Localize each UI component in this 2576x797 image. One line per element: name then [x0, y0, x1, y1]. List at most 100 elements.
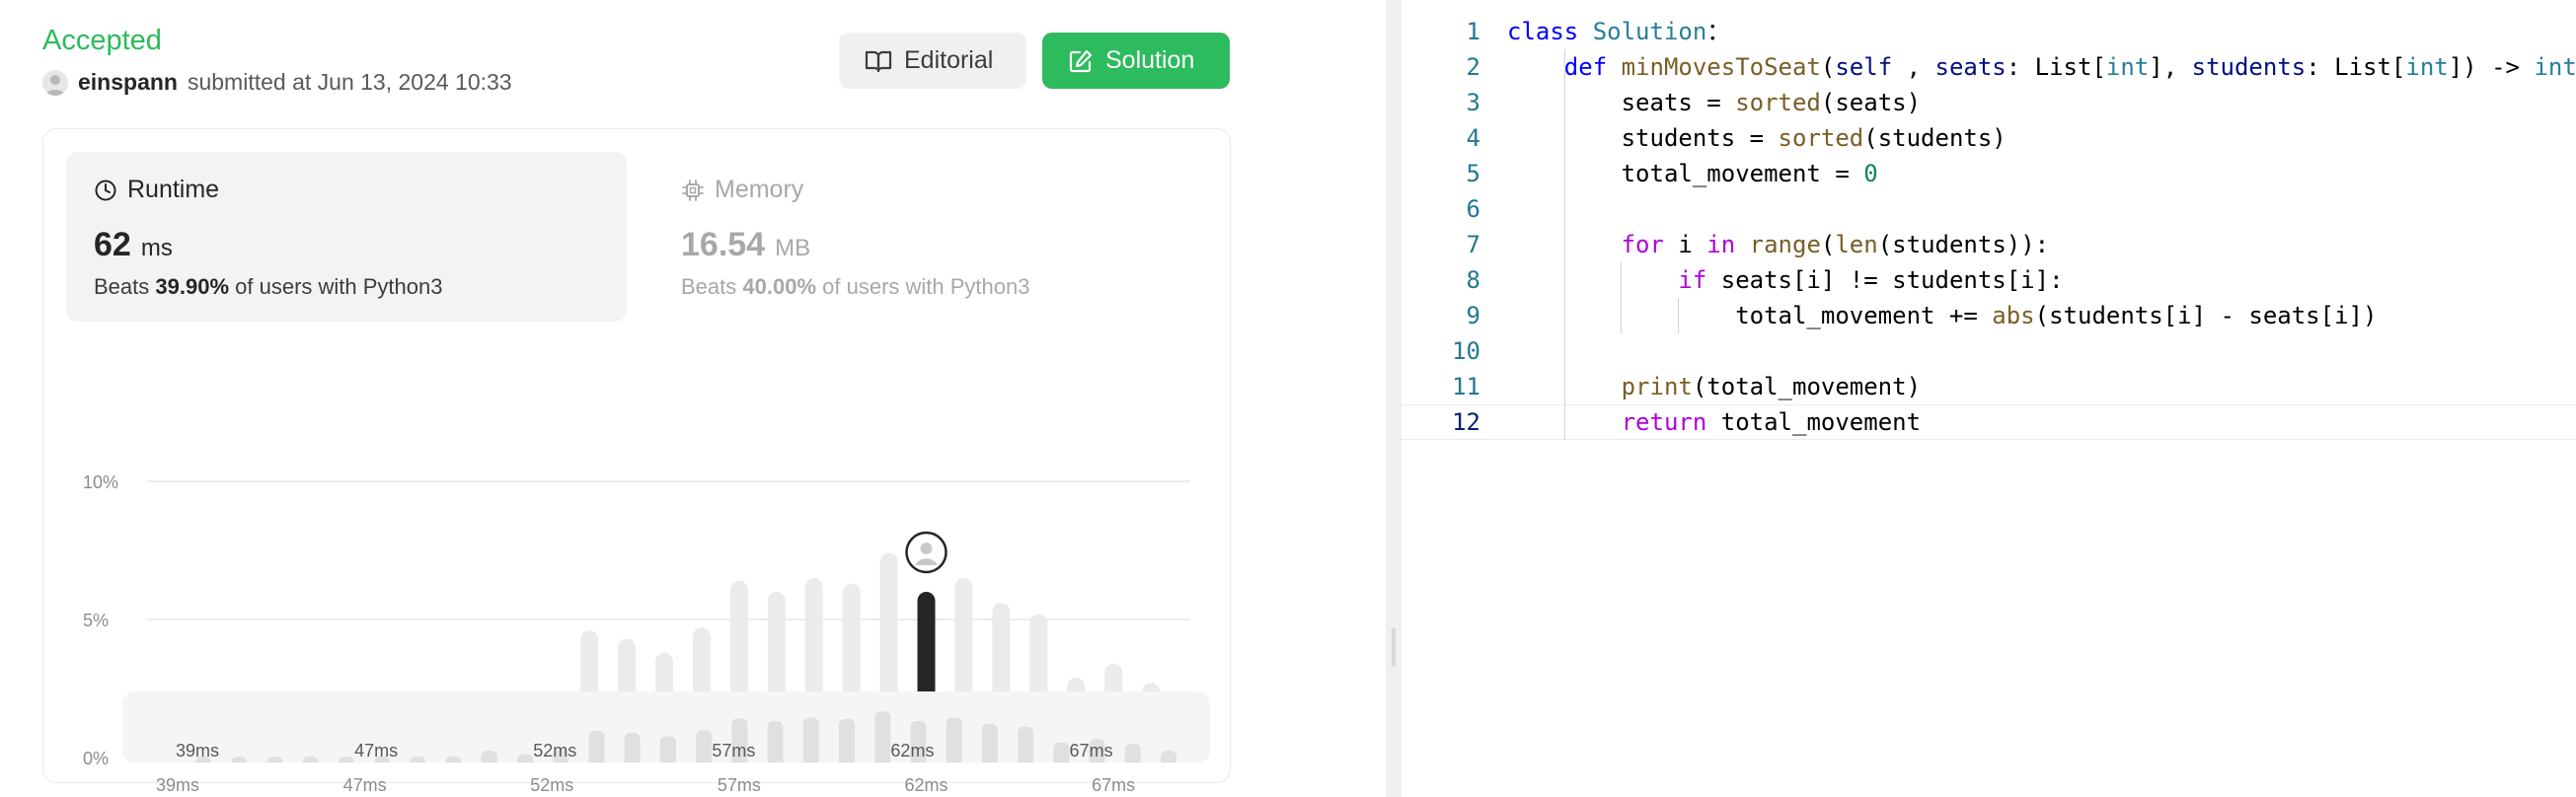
x-tick-label: 39ms — [156, 775, 199, 795]
mini-bar — [266, 757, 283, 762]
code-token: (seats) — [1820, 89, 1922, 116]
code-token: abs — [1992, 302, 2035, 329]
code-token: ： — [1706, 18, 1731, 45]
code-token: total_movement — [1720, 408, 1922, 436]
chip-icon — [682, 179, 704, 201]
mini-distribution-chart: 39ms 47ms 52ms 57ms 62ms 67ms — [176, 711, 1176, 762]
code-text: seats = sorted(seats) — [1507, 85, 1921, 120]
code-line[interactable]: 4 students = sorted(students) — [1402, 120, 2576, 156]
submission-panel: Accepted einspann submitted at Jun 13, 2… — [0, 0, 1386, 797]
memory-title: Memory — [715, 176, 804, 203]
runtime-beats-percent: 39.90% — [155, 274, 230, 299]
code-line[interactable]: 3 seats = sorted(seats) — [1402, 85, 2576, 120]
runtime-stat[interactable]: Runtime 62 ms Beats 39.90% of users with… — [66, 152, 627, 322]
panel-resizer[interactable] — [1386, 0, 1402, 797]
code-line[interactable]: 10 — [1402, 333, 2576, 369]
indent-guide — [1621, 262, 1622, 333]
mini-bar — [874, 711, 891, 762]
code-token: 0 — [1863, 160, 1878, 187]
code-token: (students[i] - seats[i]) — [2034, 302, 2378, 329]
runtime-beats-prefix: Beats — [94, 274, 150, 299]
clock-icon — [95, 180, 116, 200]
avatar[interactable] — [42, 69, 68, 96]
user-marker-head — [920, 543, 933, 554]
x-tick-label: 57ms — [718, 775, 761, 795]
code-editor[interactable]: 1 class Solution： 2 def minMovesToSeat(sel… — [1402, 0, 2576, 797]
line-number: 1 — [1466, 18, 1480, 45]
code-token: for — [1621, 231, 1679, 258]
line-number: 7 — [1466, 231, 1480, 258]
mini-x-label: 62ms — [890, 741, 934, 761]
mini-x-label: 47ms — [354, 741, 398, 761]
mini-bar — [445, 756, 462, 762]
memory-beats-percent: 40.00% — [742, 274, 817, 299]
code-token: : List[ — [2006, 53, 2106, 81]
code-line[interactable]: 5 total_movement = 0 — [1402, 156, 2576, 191]
editorial-button[interactable]: Editorial — [839, 33, 1026, 89]
memory-unit: MB — [775, 235, 811, 261]
code-token: ( — [1820, 231, 1836, 258]
book-open-icon — [865, 50, 892, 72]
mini-bar — [946, 717, 962, 762]
code-token: ( — [1820, 53, 1836, 81]
code-token: len — [1835, 231, 1878, 258]
indent-guide — [1678, 298, 1679, 333]
code-text: print(total_movement) — [1507, 369, 1921, 404]
mini-bar — [1053, 742, 1070, 762]
resize-handle[interactable] — [1392, 627, 1396, 667]
memory-beats-prefix: Beats — [681, 274, 737, 299]
solution-label: Solution — [1105, 46, 1195, 74]
code-token: (total_movement) — [1692, 373, 1922, 400]
code-token: int — [2405, 53, 2449, 81]
code-token: Solution — [1592, 18, 1707, 45]
submitter-username[interactable]: einspann — [78, 69, 178, 96]
mini-x-label: 57ms — [712, 741, 755, 761]
code-text: total_movement = 0 — [1507, 156, 1878, 191]
code-text: class Solution： — [1507, 14, 1730, 49]
line-number: 9 — [1466, 302, 1480, 329]
mini-bar — [839, 718, 855, 762]
code-token: students — [2191, 53, 2307, 81]
mini-bar — [517, 754, 533, 762]
runtime-beats-suffix: of users with Python3 — [235, 274, 443, 299]
mini-bar — [231, 757, 248, 762]
mini-bar — [588, 730, 605, 762]
code-token: self — [1835, 53, 1893, 81]
code-line[interactable]: 1 class Solution： — [1402, 14, 2576, 49]
code-line[interactable]: 11 print(total_movement) — [1402, 369, 2576, 404]
code-token: ]) -> — [2448, 53, 2535, 81]
line-number: 6 — [1466, 195, 1480, 223]
code-token: total_movement += — [1507, 302, 1993, 329]
code-token: seats = — [1507, 89, 1736, 116]
mini-bar — [624, 732, 641, 762]
mini-bar — [302, 757, 319, 762]
solution-button[interactable]: Solution — [1042, 33, 1230, 89]
code-line[interactable]: 7 for i in range(len(students)): — [1402, 227, 2576, 262]
line-number: 11 — [1452, 373, 1480, 400]
code-token: (students)): — [1877, 231, 2050, 258]
code-line[interactable]: 9 total_movement += abs(students[i] - se… — [1402, 298, 2576, 333]
mini-bar — [338, 757, 354, 762]
code-line[interactable]: 12 return total_movement — [1402, 404, 2576, 440]
x-tick-label: 67ms — [1092, 775, 1135, 795]
runtime-value: 62 — [94, 226, 131, 263]
code-token: int — [2534, 53, 2576, 81]
code-token: seats — [1934, 53, 2007, 81]
user-icon — [45, 74, 65, 96]
memory-stat[interactable]: Memory 16.54 MB Beats 40.00% of users wi… — [653, 152, 1214, 322]
x-tick-label: 62ms — [905, 775, 948, 795]
memory-beats-suffix: of users with Python3 — [822, 274, 1030, 299]
x-tick-label: 47ms — [343, 775, 387, 795]
y-tick-label: 0% — [83, 749, 109, 768]
code-token: , — [1892, 53, 1935, 81]
code-token: sorted — [1778, 124, 1864, 152]
range-selector[interactable]: 39ms 47ms 52ms 57ms 62ms 67ms — [122, 691, 1210, 762]
code-line[interactable]: 6 — [1402, 191, 2576, 227]
mini-bar — [1124, 744, 1141, 762]
mini-x-label: 52ms — [533, 741, 576, 761]
runtime-unit: ms — [140, 235, 173, 261]
code-line[interactable]: 2 def minMovesToSeat(self , seats: List[… — [1402, 49, 2576, 85]
code-line[interactable]: 8 if seats[i] != students[i]: — [1402, 262, 2576, 298]
